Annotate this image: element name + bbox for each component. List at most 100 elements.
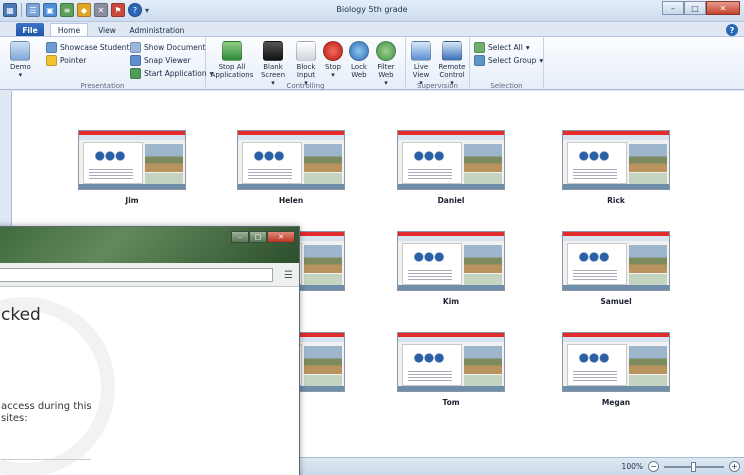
live-view-icon	[411, 41, 431, 61]
stop-all-icon	[222, 41, 242, 61]
browser-maximize-button[interactable]: □	[249, 231, 267, 243]
pointer-icon	[46, 55, 57, 66]
chevron-down-icon: ▾	[539, 56, 544, 65]
snap-viewer-icon	[130, 55, 141, 66]
showcase-label: Showcase Student	[60, 43, 130, 52]
student-name: Rick	[607, 196, 625, 205]
blocked-message: access during this sites:	[1, 401, 92, 425]
zoom-slider-handle[interactable]	[691, 461, 696, 472]
student-tile[interactable]: Tom	[397, 332, 505, 407]
student-screen-thumbnail[interactable]	[397, 231, 505, 291]
tab-administration[interactable]: Administration	[126, 23, 188, 37]
chevron-down-icon: ▾	[18, 71, 23, 79]
student-tile[interactable]: Kim	[397, 231, 505, 306]
divider	[1, 459, 91, 460]
student-screen-thumbnail[interactable]	[397, 130, 505, 190]
student-name: Helen	[278, 196, 304, 205]
live-view-label: Live View	[412, 63, 430, 79]
student-tile[interactable]: Megan	[562, 332, 670, 407]
block-input-icon	[296, 41, 316, 61]
browser-window[interactable]: – □ ✕ ☰ cked access during this sites:	[0, 226, 300, 475]
demo-label: Demo	[10, 63, 31, 71]
student-tile[interactable]: Jim	[78, 130, 186, 205]
stop-icon	[323, 41, 343, 61]
showcase-icon	[46, 42, 57, 53]
tab-home[interactable]: Home	[50, 23, 88, 37]
tab-file[interactable]: File	[16, 23, 44, 37]
student-screen-thumbnail[interactable]	[78, 130, 186, 190]
student-tile[interactable]: Helen	[237, 130, 345, 205]
student-name: Jim	[125, 196, 139, 205]
student-screen-thumbnail[interactable]	[237, 130, 345, 190]
block-input-button[interactable]: Block Input ▾	[292, 41, 320, 87]
filter-web-label: Filter Web	[377, 63, 395, 79]
stop-all-applications-button[interactable]: Stop All Applications	[210, 41, 254, 79]
demo-icon	[10, 41, 31, 61]
select-group-icon	[474, 55, 485, 66]
maximize-button[interactable]: □	[684, 1, 706, 15]
blocked-heading: cked	[1, 305, 41, 325]
select-group-label: Select Group	[488, 56, 537, 65]
student-screen-thumbnail[interactable]	[562, 130, 670, 190]
group-selection: Select All ▾ Select Group ▾ Selection	[470, 37, 544, 91]
blocked-message-line: sites:	[1, 413, 28, 424]
student-name: Samuel	[600, 297, 632, 306]
blank-screen-button[interactable]: Blank Screen ▾	[258, 41, 288, 87]
group-presentation: Demo ▾ Showcase Student▾ Pointer Show Do…	[0, 37, 213, 91]
live-view-button[interactable]: Live View ▾	[408, 41, 434, 87]
zoom-control: 100% − +	[622, 461, 740, 472]
student-name: Tom	[442, 398, 460, 407]
select-group-button[interactable]: Select Group ▾	[474, 55, 543, 66]
demo-button[interactable]: Demo ▾	[10, 41, 31, 79]
address-bar[interactable]	[0, 268, 273, 282]
filter-web-button[interactable]: Filter Web ▾	[374, 41, 398, 87]
snap-viewer-button[interactable]: Snap Viewer	[130, 55, 191, 66]
browser-toolbar: ☰	[0, 263, 299, 287]
pointer-button[interactable]: Pointer	[46, 55, 86, 66]
start-application-label: Start Application	[144, 69, 207, 78]
chevron-down-icon: ▾	[525, 43, 530, 52]
application-icon	[130, 68, 141, 79]
zoom-slider[interactable]	[664, 461, 724, 472]
start-application-button[interactable]: Start Application ▾	[130, 68, 213, 79]
browser-minimize-button[interactable]: –	[231, 231, 249, 243]
blank-screen-icon	[263, 41, 283, 61]
close-button[interactable]: ✕	[706, 1, 740, 15]
lock-web-icon	[349, 41, 369, 61]
remote-control-icon	[442, 41, 462, 61]
menu-icon[interactable]: ☰	[284, 270, 293, 281]
remote-control-button[interactable]: Remote Control ▾	[436, 41, 468, 87]
show-document-button[interactable]: Show Document	[130, 42, 205, 53]
group-label: Controlling	[286, 82, 325, 90]
browser-close-button[interactable]: ✕	[267, 231, 295, 243]
zoom-in-button[interactable]: +	[729, 461, 740, 472]
ribbon: Demo ▾ Showcase Student▾ Pointer Show Do…	[0, 36, 744, 91]
student-tile[interactable]: Daniel	[397, 130, 505, 205]
chevron-down-icon: ▾	[331, 71, 335, 79]
student-screen-thumbnail[interactable]	[562, 332, 670, 392]
student-screen-thumbnail[interactable]	[397, 332, 505, 392]
select-all-button[interactable]: Select All ▾	[474, 42, 530, 53]
student-name: Daniel	[437, 196, 465, 205]
stop-button[interactable]: Stop ▾	[322, 41, 344, 79]
minimize-button[interactable]: –	[662, 1, 684, 15]
help-button[interactable]: ?	[726, 24, 738, 36]
student-name: Megan	[601, 398, 631, 407]
browser-window-controls: – □ ✕	[231, 231, 295, 243]
student-tile[interactable]: Rick	[562, 130, 670, 205]
showcase-student-button[interactable]: Showcase Student▾	[46, 42, 136, 53]
select-all-icon	[474, 42, 485, 53]
stop-all-label: Stop All Applications	[210, 63, 254, 79]
document-icon	[130, 42, 141, 53]
snap-viewer-label: Snap Viewer	[144, 56, 191, 65]
tab-view[interactable]: View	[92, 23, 122, 37]
pointer-label: Pointer	[60, 56, 87, 65]
block-input-label: Block Input	[296, 63, 316, 79]
group-label: Supervision	[417, 82, 458, 90]
window-title: Biology 5th grade	[336, 5, 408, 14]
student-screen-thumbnail[interactable]	[562, 231, 670, 291]
browser-content: cked access during this sites:	[0, 287, 299, 475]
lock-web-button[interactable]: Lock Web	[348, 41, 370, 79]
student-tile[interactable]: Samuel	[562, 231, 670, 306]
zoom-out-button[interactable]: −	[648, 461, 659, 472]
